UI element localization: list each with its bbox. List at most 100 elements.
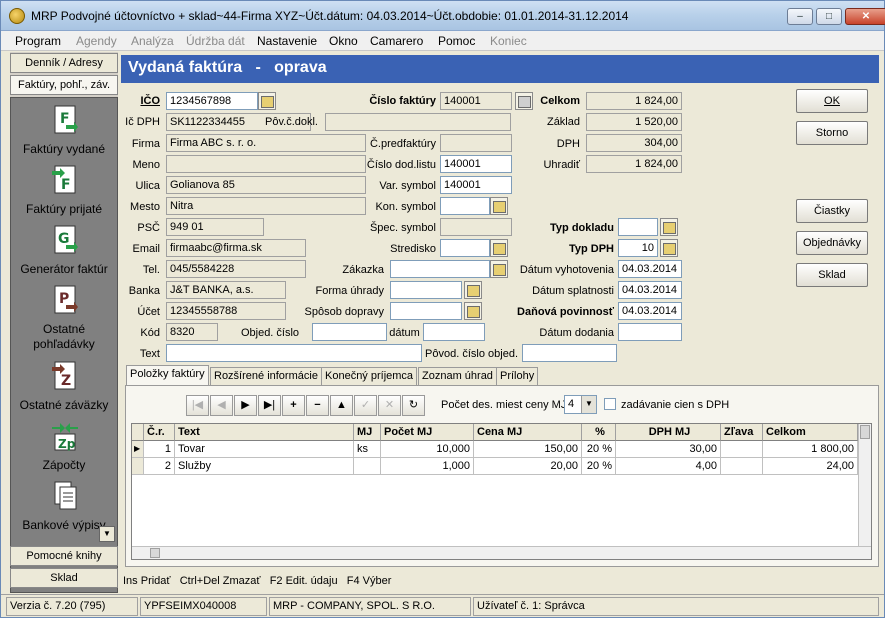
var-symbol-field[interactable]: 140001 — [440, 176, 512, 194]
menu-analyza[interactable]: Analýza — [131, 34, 174, 48]
sidebar-item-generator-faktur[interactable]: G Generátor faktúr — [11, 222, 117, 278]
dph-prices-checkbox[interactable] — [604, 398, 616, 410]
grid-vertical-scrollbar[interactable] — [858, 424, 871, 546]
menu-nastavenie[interactable]: Nastavenie — [257, 34, 317, 48]
maximize-button[interactable]: □ — [816, 8, 842, 25]
ciastky-button[interactable]: Čiastky — [796, 199, 868, 223]
typ-dokladu-field[interactable] — [618, 218, 658, 236]
text-field[interactable] — [166, 344, 422, 362]
forma-uhrady-lookup-icon[interactable] — [464, 281, 482, 299]
sidebar-item-ostatne-pohladavky[interactable]: P Ostatné pohľadávky — [11, 282, 117, 354]
cell-cr[interactable]: 1 — [144, 441, 175, 458]
sidebar-item-faktury-prijate[interactable]: F Faktúry prijaté — [11, 162, 117, 218]
sidebar-tab-sklad[interactable]: Sklad — [10, 568, 118, 588]
tel-field[interactable]: 045/5584228 — [166, 260, 306, 278]
post-record-button[interactable]: ✓ — [354, 395, 377, 416]
minimize-button[interactable]: – — [787, 8, 813, 25]
objednavky-button[interactable]: Objednávky — [796, 231, 868, 255]
decimals-select[interactable]: 4 ▼ — [564, 395, 597, 414]
first-record-button[interactable]: |◀ — [186, 395, 209, 416]
zakazka-field[interactable] — [390, 260, 490, 278]
col-header-cena-mj[interactable]: Cena MJ — [474, 424, 582, 441]
cancel-record-button[interactable]: ✕ — [378, 395, 401, 416]
delete-record-button[interactable]: − — [306, 395, 329, 416]
cell-dph-mj[interactable]: 4,00 — [616, 458, 721, 475]
cell-celkom[interactable]: 1 800,00 — [763, 441, 858, 458]
tab-rozsirene-informacie[interactable]: Rozšírené informácie — [210, 367, 322, 386]
cell-cena-mj[interactable]: 20,00 — [474, 458, 582, 475]
tab-zoznam-uhrad[interactable]: Zoznam úhrad — [418, 367, 497, 386]
banka-field[interactable]: J&T BANKA, a.s. — [166, 281, 286, 299]
cell-pct[interactable]: 20 % — [582, 458, 616, 475]
prev-record-button[interactable]: ◀ — [210, 395, 233, 416]
sidebar-tab-dennik[interactable]: Denník / Adresy — [10, 53, 118, 73]
ico-lookup-icon[interactable] — [258, 92, 276, 110]
cislo-faktury-field[interactable]: 140001 — [440, 92, 512, 110]
cislo-dod-listu-field[interactable]: 140001 — [440, 155, 512, 173]
col-header-celkom[interactable]: Celkom — [763, 424, 858, 441]
danova-povinnost-field[interactable]: 04.03.2014 — [618, 302, 682, 320]
sklad-button[interactable]: Sklad — [796, 263, 868, 287]
ico-field[interactable]: 1234567898 — [166, 92, 258, 110]
cell-mj[interactable] — [354, 458, 381, 475]
objed-datum-field[interactable] — [423, 323, 485, 341]
typ-dph-lookup-icon[interactable] — [660, 239, 678, 257]
forma-uhrady-field[interactable] — [390, 281, 462, 299]
col-header-pocet-mj[interactable]: Počet MJ — [381, 424, 474, 441]
col-header-zlava[interactable]: Zľava — [721, 424, 763, 441]
grid-hscroll-thumb[interactable] — [150, 548, 160, 558]
cell-dph-mj[interactable]: 30,00 — [616, 441, 721, 458]
cell-zlava[interactable] — [721, 441, 763, 458]
sidebar-item-zapocty[interactable]: Zp Zápočty — [11, 418, 117, 474]
tab-polozky-faktury[interactable]: Položky faktúry — [126, 365, 209, 387]
menu-udrzba-dat[interactable]: Údržba dát — [186, 34, 245, 48]
cell-pocet-mj[interactable]: 1,000 — [381, 458, 474, 475]
cell-pocet-mj[interactable]: 10,000 — [381, 441, 474, 458]
ucet-field[interactable]: 12345558788 — [166, 302, 286, 320]
close-button[interactable]: ✕ — [845, 8, 885, 25]
pov-cislo-objed-field[interactable] — [522, 344, 617, 362]
typ-dph-field[interactable]: 10 — [618, 239, 658, 257]
kon-symbol-lookup-icon[interactable] — [490, 197, 508, 215]
psc-field[interactable]: 949 01 — [166, 218, 264, 236]
menu-program[interactable]: Program — [15, 34, 61, 48]
next-record-button[interactable]: ▶ — [234, 395, 257, 416]
refresh-button[interactable]: ↻ — [402, 395, 425, 416]
tab-prilohy[interactable]: Prílohy — [496, 367, 539, 386]
datum-vyhotovenia-field[interactable]: 04.03.2014 — [618, 260, 682, 278]
cell-text[interactable]: Tovar — [175, 441, 354, 458]
typ-dokladu-lookup-icon[interactable] — [660, 218, 678, 236]
pov-c-dokl-field[interactable] — [325, 113, 511, 131]
sidebar-tab-pomocne-knihy[interactable]: Pomocné knihy — [10, 546, 118, 566]
menu-okno[interactable]: Okno — [329, 34, 358, 48]
cell-pct[interactable]: 20 % — [582, 441, 616, 458]
col-header-cr[interactable]: Č.r. — [144, 424, 175, 441]
col-header-mj[interactable]: MJ — [354, 424, 381, 441]
cell-celkom[interactable]: 24,00 — [763, 458, 858, 475]
tab-konecny-prijemca[interactable]: Konečný príjemca — [321, 367, 418, 386]
menu-pomoc[interactable]: Pomoc — [438, 34, 475, 48]
sidebar-scroll-down-button[interactable]: ▼ — [99, 526, 115, 542]
sposob-dopravy-lookup-icon[interactable] — [464, 302, 482, 320]
c-predfaktury-field[interactable] — [440, 134, 512, 152]
stredisko-field[interactable] — [440, 239, 490, 257]
grid-horizontal-scrollbar[interactable] — [132, 546, 871, 559]
menu-agendy[interactable]: Agendy — [76, 34, 117, 48]
cell-mj[interactable]: ks — [354, 441, 381, 458]
email-field[interactable]: firmaabc@firma.sk — [166, 239, 306, 257]
sidebar-item-ostatne-zavazky[interactable]: Z Ostatné záväzky — [11, 358, 117, 414]
sposob-dopravy-field[interactable] — [390, 302, 462, 320]
cell-cr[interactable]: 2 — [144, 458, 175, 475]
kon-symbol-field[interactable] — [440, 197, 490, 215]
title-bar[interactable]: MRP Podvojné účtovníctvo + sklad~44-Firm… — [1, 1, 885, 31]
col-header-dph-mj[interactable]: DPH MJ — [616, 424, 721, 441]
add-record-button[interactable]: + — [282, 395, 305, 416]
kod-field[interactable]: 8320 — [166, 323, 218, 341]
ok-button[interactable]: OK — [796, 89, 868, 113]
datum-splatnosti-field[interactable]: 04.03.2014 — [618, 281, 682, 299]
edit-record-button[interactable]: ▲ — [330, 395, 353, 416]
grid-scroll-thumb[interactable] — [860, 425, 870, 439]
col-header-pct[interactable]: % — [582, 424, 616, 441]
menu-camarero[interactable]: Camarero — [370, 34, 423, 48]
datum-dodania-field[interactable] — [618, 323, 682, 341]
